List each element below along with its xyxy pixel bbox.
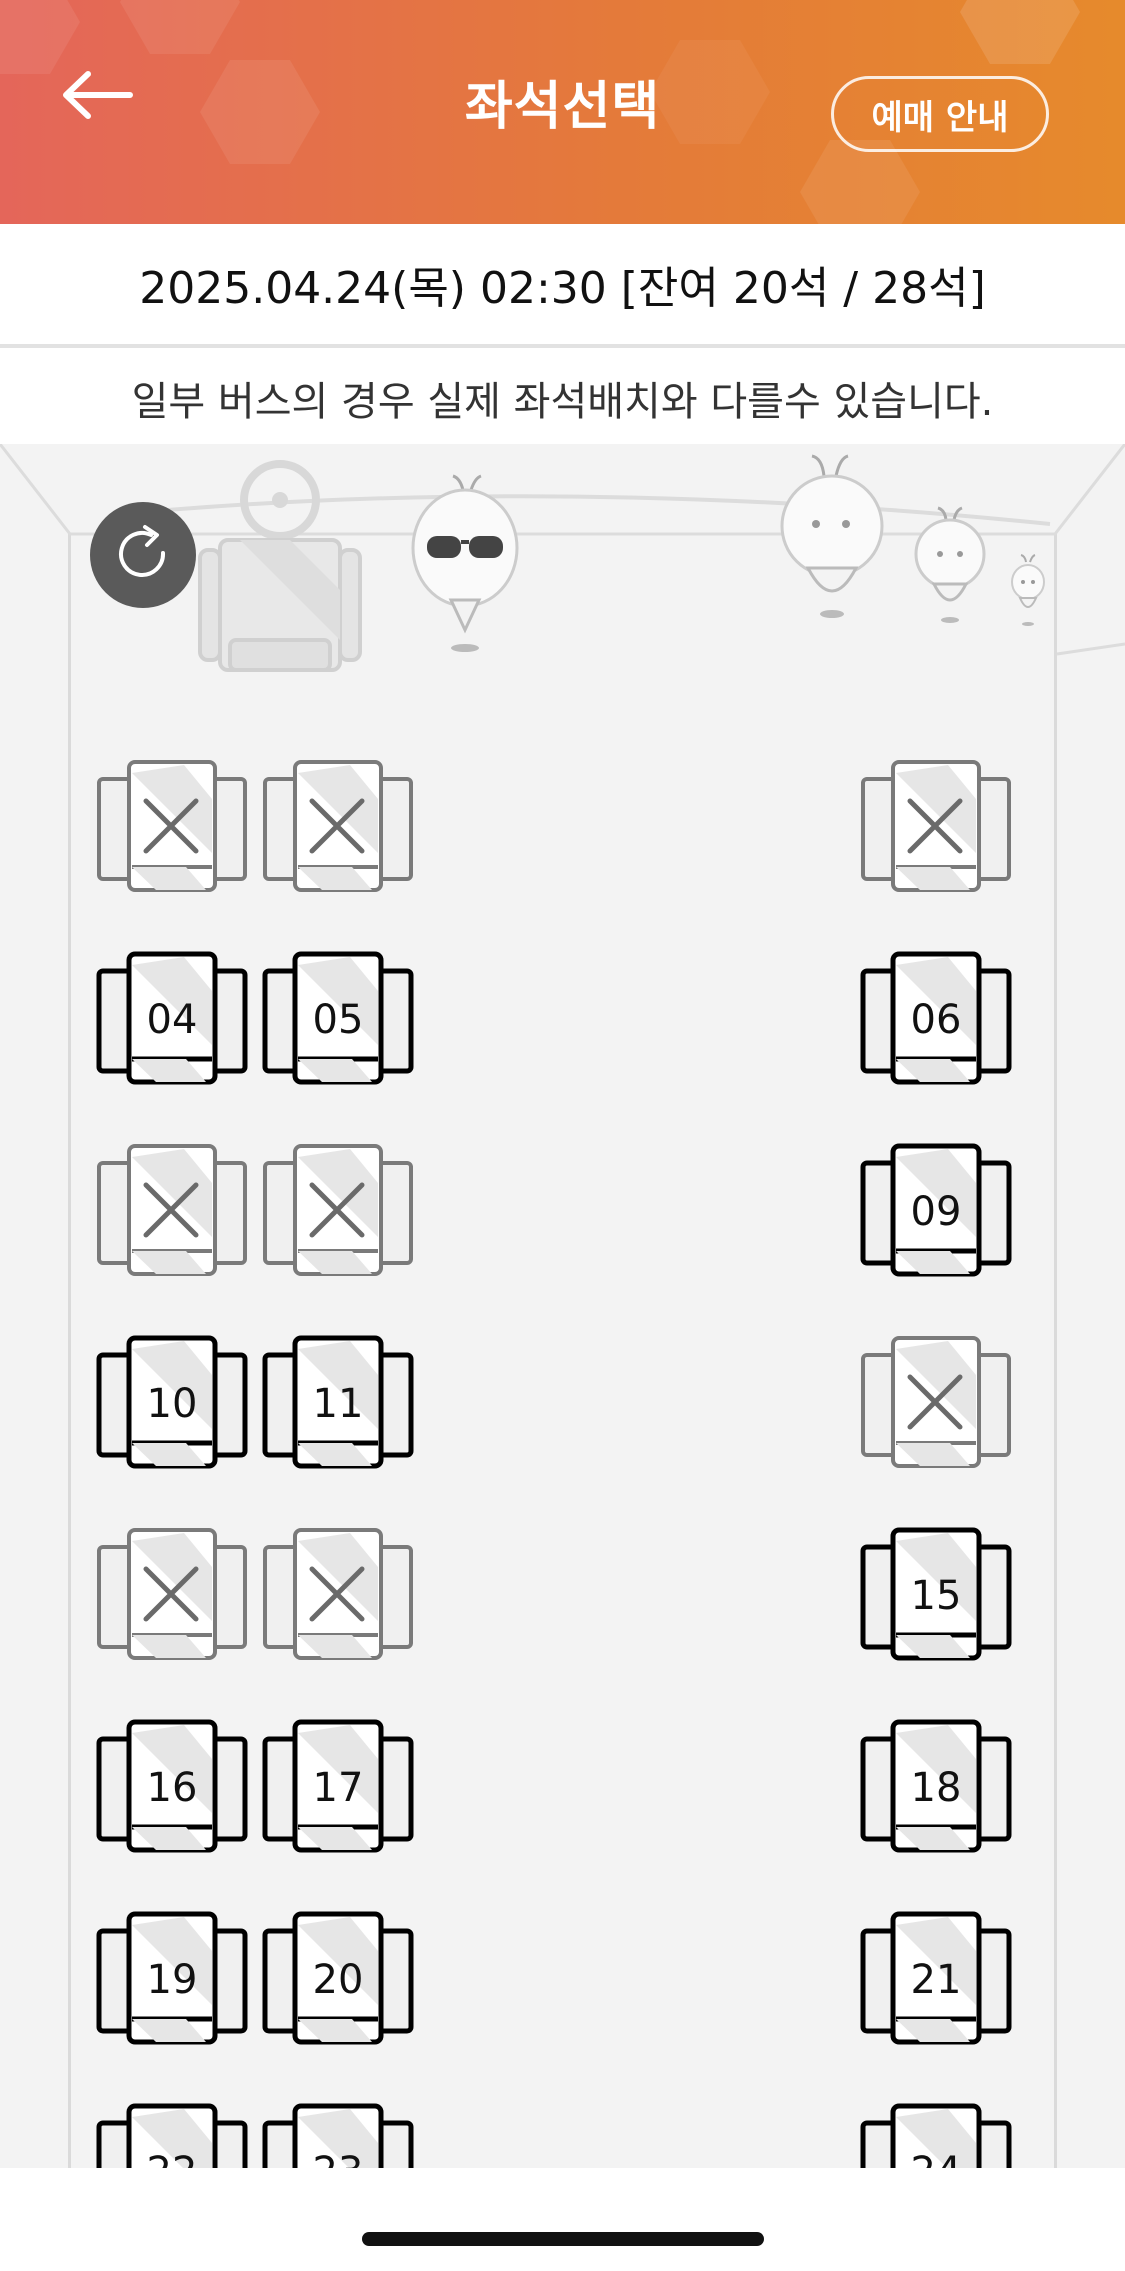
seat-reserved bbox=[860, 1335, 1012, 1471]
bus-wall-left bbox=[68, 534, 71, 2168]
seat-number: 21 bbox=[910, 1957, 962, 2003]
seat-number: 09 bbox=[910, 1189, 962, 1235]
seat-17[interactable]: 17 bbox=[262, 1719, 414, 1855]
seat-number: 17 bbox=[312, 1765, 364, 1811]
seat-number: 10 bbox=[146, 1381, 198, 1427]
seat-reserved bbox=[96, 759, 248, 895]
seat-reserved bbox=[262, 1143, 414, 1279]
notice-bar: 일부 버스의 경우 실제 좌석배치와 다를수 있습니다. bbox=[0, 352, 1125, 444]
seat-19[interactable]: 19 bbox=[96, 1911, 248, 2047]
seat-number: 19 bbox=[146, 1957, 198, 2003]
schedule-date-seats: 2025.04.24(목) 02:30 [잔여 20석 / 28석] bbox=[139, 263, 986, 314]
seat-number: 04 bbox=[146, 997, 198, 1043]
steering-wheel-icon bbox=[198, 460, 362, 672]
booking-guide-button[interactable]: 예매 안내 bbox=[831, 76, 1049, 152]
seat-18[interactable]: 18 bbox=[860, 1719, 1012, 1855]
seat-23[interactable]: 23 bbox=[262, 2103, 414, 2168]
seat-number: 15 bbox=[910, 1573, 962, 1619]
refresh-icon bbox=[119, 525, 166, 577]
seat-11[interactable]: 11 bbox=[262, 1335, 414, 1471]
seat-number: 06 bbox=[910, 997, 962, 1043]
hex-pattern bbox=[800, 140, 920, 224]
home-area bbox=[0, 2168, 1125, 2271]
bus-seat-map: 04 05 06 09 10 11 15 16 17 18 19 20 21 22 23 24 bbox=[0, 444, 1125, 2168]
seat-reserved bbox=[96, 1527, 248, 1663]
seat-reserved bbox=[262, 1527, 414, 1663]
mascot-large-icon bbox=[780, 454, 884, 618]
notice-text: 일부 버스의 경우 실제 좌석배치와 다를수 있습니다. bbox=[131, 379, 994, 425]
hex-pattern bbox=[120, 0, 240, 54]
seat-number: 11 bbox=[312, 1381, 364, 1427]
seat-22[interactable]: 22 bbox=[96, 2103, 248, 2168]
header-bar: 좌석선택 예매 안내 bbox=[0, 0, 1125, 224]
seat-24[interactable]: 24 bbox=[860, 2103, 1012, 2168]
seat-taken-icon bbox=[97, 760, 247, 892]
seat-taken-icon bbox=[861, 1336, 1011, 1468]
seat-number: 22 bbox=[96, 2149, 248, 2168]
seat-number: 24 bbox=[860, 2149, 1012, 2168]
mascot-small-icon bbox=[1011, 554, 1045, 626]
seat-15[interactable]: 15 bbox=[860, 1527, 1012, 1663]
schedule-info: 2025.04.24(목) 02:30 [잔여 20석 / 28석] bbox=[0, 224, 1125, 348]
seat-09[interactable]: 09 bbox=[860, 1143, 1012, 1279]
seat-21[interactable]: 21 bbox=[860, 1911, 1012, 2047]
hex-pattern bbox=[960, 0, 1080, 64]
seat-taken-icon bbox=[861, 760, 1011, 892]
seat-06[interactable]: 06 bbox=[860, 951, 1012, 1087]
seat-number: 05 bbox=[312, 997, 364, 1043]
bus-wall-right bbox=[1054, 534, 1057, 2168]
seat-10[interactable]: 10 bbox=[96, 1335, 248, 1471]
seat-reserved bbox=[96, 1143, 248, 1279]
seat-taken-icon bbox=[263, 760, 413, 892]
seat-number: 23 bbox=[262, 2149, 414, 2168]
seat-20[interactable]: 20 bbox=[262, 1911, 414, 2047]
seat-taken-icon bbox=[263, 1528, 413, 1660]
seat-reserved bbox=[262, 759, 414, 895]
refresh-button[interactable] bbox=[90, 502, 196, 608]
seat-number: 18 bbox=[910, 1765, 962, 1811]
seat-04[interactable]: 04 bbox=[96, 951, 248, 1087]
seat-taken-icon bbox=[263, 1144, 413, 1276]
seat-05[interactable]: 05 bbox=[262, 951, 414, 1087]
seat-reserved bbox=[860, 759, 1012, 895]
mascot-medium-icon bbox=[914, 506, 986, 623]
home-indicator[interactable] bbox=[362, 2232, 764, 2246]
seat-number: 16 bbox=[146, 1765, 198, 1811]
seat-number: 20 bbox=[312, 1957, 364, 2003]
seat-taken-icon bbox=[97, 1528, 247, 1660]
seat-16[interactable]: 16 bbox=[96, 1719, 248, 1855]
seat-taken-icon bbox=[97, 1144, 247, 1276]
hex-pattern bbox=[0, 0, 80, 74]
mascot-sunglasses-icon bbox=[411, 474, 519, 652]
